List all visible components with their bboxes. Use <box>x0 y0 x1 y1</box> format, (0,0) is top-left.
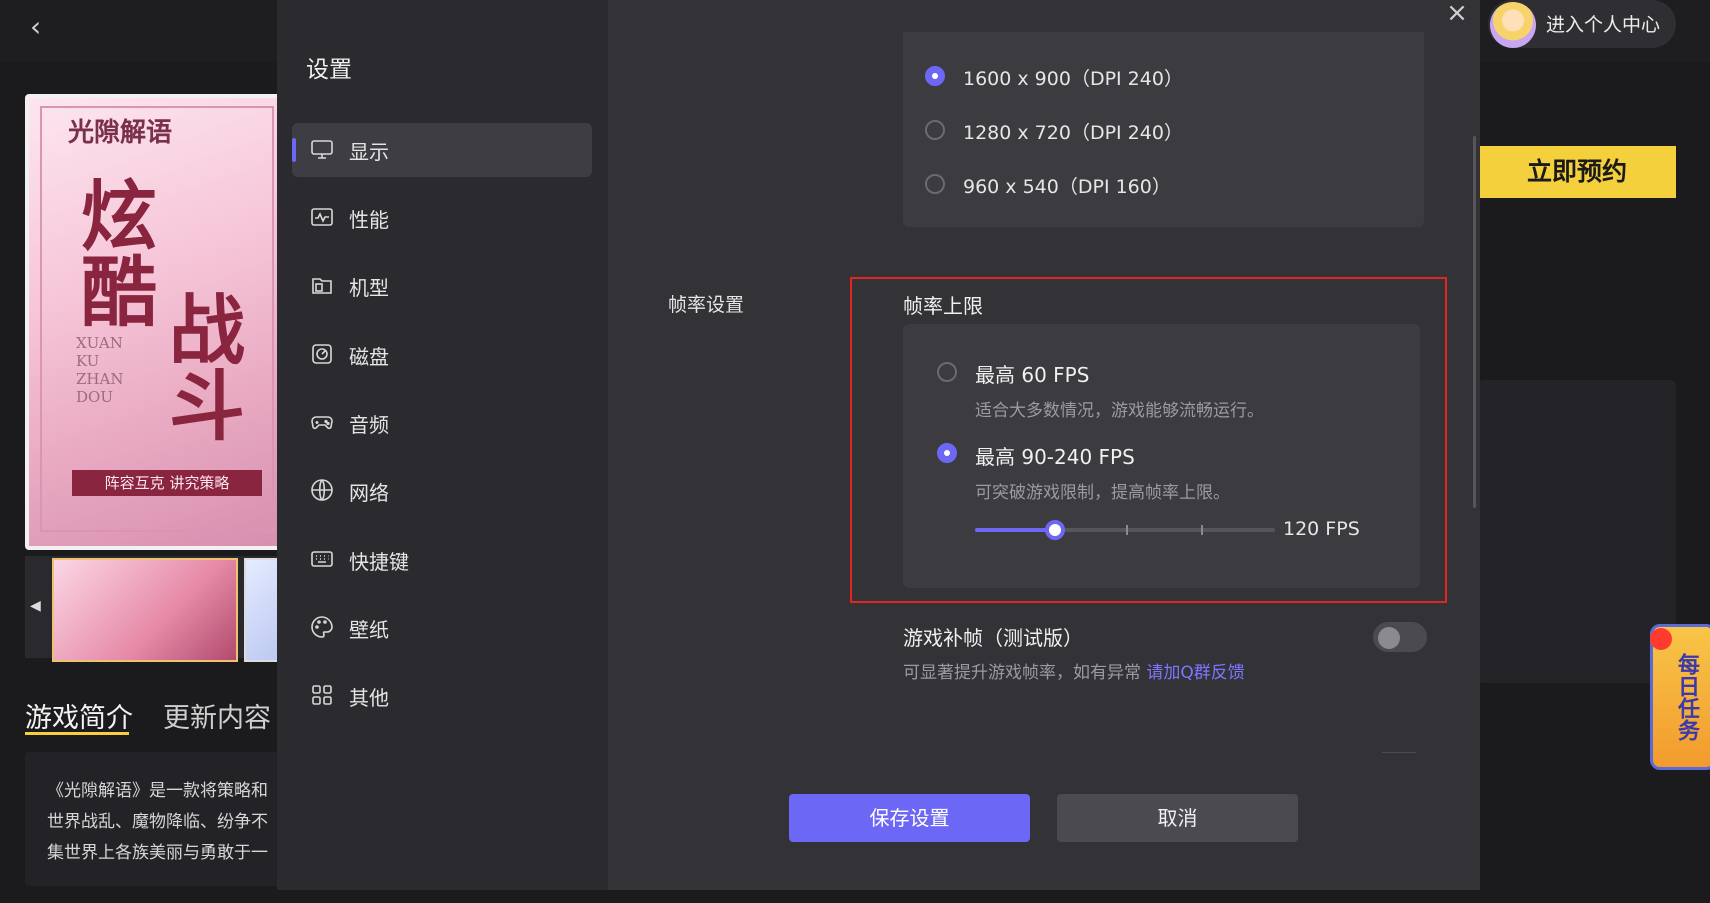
globe-icon <box>310 478 334 502</box>
back-arrow-icon[interactable]: ‹ <box>30 12 60 42</box>
description-line: 世界战乱、魔物降临、纷争不 <box>47 812 268 832</box>
disk-icon <box>310 342 334 366</box>
nav-item-network[interactable]: 网络 <box>292 464 592 518</box>
reserve-button[interactable]: 立即预约 <box>1478 146 1676 198</box>
frame-rate-section-label: 帧率设置 <box>668 294 745 316</box>
nav-item-shortcuts[interactable]: 快捷键 <box>292 533 592 587</box>
nav-item-label: 快捷键 <box>349 550 409 574</box>
nav-item-label: 磁盘 <box>349 345 389 369</box>
cover-title-2: 战斗 <box>156 290 245 442</box>
cancel-button[interactable]: 取消 <box>1057 794 1298 842</box>
tab-game-intro[interactable]: 游戏简介 <box>25 696 133 735</box>
nav-item-label: 壁纸 <box>349 618 389 642</box>
settings-title: 设置 <box>306 57 352 83</box>
tab-update-content[interactable]: 更新内容 <box>163 696 271 735</box>
nav-item-device-model[interactable]: 机型 <box>292 259 592 313</box>
description-line: 集世界上各族美丽与勇敢于一 <box>47 843 268 863</box>
palette-icon <box>310 615 334 639</box>
nav-item-wallpaper[interactable]: 壁纸 <box>292 601 592 655</box>
active-indicator <box>292 138 296 162</box>
game-description: 《光隙解语》是一款将策略和 世界战乱、魔物降临、纷争不 集世界上各族美丽与勇敢于… <box>47 776 287 869</box>
feedback-link[interactable]: 请加Q群反馈 <box>1146 663 1244 683</box>
nav-item-label: 网络 <box>349 481 389 505</box>
avatar[interactable] <box>1490 2 1536 48</box>
gamepad-audio-icon <box>310 410 334 434</box>
divider <box>1382 752 1416 753</box>
active-tab-underline <box>25 732 129 735</box>
user-center-label: 进入个人中心 <box>1546 14 1661 36</box>
nav-item-label: 显示 <box>349 140 389 164</box>
cover-tagline: 阵容互克 讲究策略 <box>72 470 262 496</box>
resolution-label: 1280 x 720（DPI 240） <box>963 122 1183 144</box>
keyboard-icon <box>310 547 334 571</box>
monitor-icon <box>310 137 334 161</box>
right-info-panel <box>1478 380 1676 683</box>
frame-interpolation-title: 游戏补帧（测试版） <box>903 626 1083 650</box>
notification-dot <box>1650 628 1672 650</box>
device-model-icon <box>310 273 334 297</box>
grid-icon <box>310 683 334 707</box>
nav-item-label: 音频 <box>349 413 389 437</box>
nav-item-label: 机型 <box>349 276 389 300</box>
description-line: 《光隙解语》是一款将策略和 <box>47 781 268 801</box>
frame-interpolation-desc: 可显著提升游戏帧率，如有异常 请加Q群反馈 <box>903 658 1245 683</box>
close-icon[interactable]: × <box>1443 0 1471 28</box>
nav-item-disk[interactable]: 磁盘 <box>292 328 592 382</box>
nav-item-performance[interactable]: 性能 <box>292 191 592 245</box>
cover-logo-text: 光隙解语 <box>68 118 173 148</box>
resolution-radio-1600[interactable] <box>925 66 945 86</box>
cover-english-title: XUAN KU ZHAN DOU <box>76 334 124 406</box>
save-button[interactable]: 保存设置 <box>789 794 1030 842</box>
nav-item-label: 其他 <box>349 686 389 710</box>
nav-item-display[interactable]: 显示 <box>292 123 592 177</box>
content-scrollbar[interactable] <box>1473 136 1476 508</box>
performance-icon <box>310 205 334 229</box>
resolution-radio-960[interactable] <box>925 174 945 194</box>
nav-item-label: 性能 <box>349 208 389 232</box>
cover-title-1: 炫酷 <box>68 176 157 328</box>
toggle-knob <box>1378 627 1400 649</box>
thumbnail-prev-icon[interactable]: ◀ <box>30 598 41 614</box>
resolution-label: 960 x 540（DPI 160） <box>963 176 1171 198</box>
nav-item-audio[interactable]: 音频 <box>292 396 592 450</box>
thumbnail-1[interactable] <box>52 558 238 662</box>
frame-rate-highlight-box <box>850 277 1447 603</box>
resolution-radio-1280[interactable] <box>925 120 945 140</box>
nav-item-other[interactable]: 其他 <box>292 669 592 723</box>
interp-desc-text: 可显著提升游戏帧率，如有异常 <box>903 663 1147 683</box>
resolution-label: 1600 x 900（DPI 240） <box>963 68 1183 90</box>
